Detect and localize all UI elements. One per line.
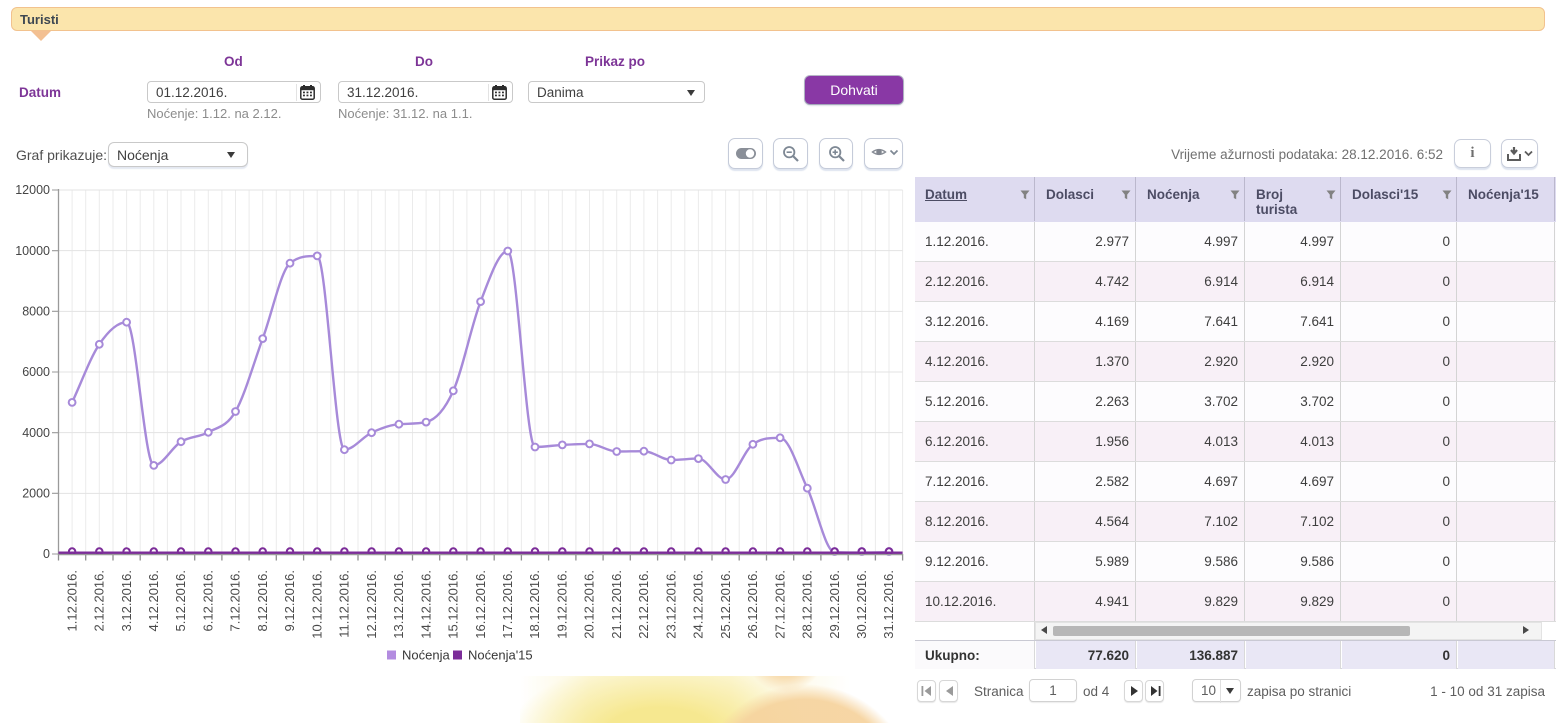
svg-text:16.12.2016.: 16.12.2016. (473, 570, 488, 639)
svg-text:6000: 6000 (22, 365, 50, 379)
svg-text:21.12.2016.: 21.12.2016. (609, 570, 624, 639)
svg-text:12.12.2016.: 12.12.2016. (364, 570, 379, 639)
svg-text:1.12.2016.: 1.12.2016. (64, 570, 79, 631)
svg-text:25.12.2016.: 25.12.2016. (718, 570, 733, 639)
svg-text:22.12.2016.: 22.12.2016. (636, 570, 651, 639)
svg-text:2.12.2016.: 2.12.2016. (92, 570, 107, 631)
svg-text:31.12.2016.: 31.12.2016. (881, 570, 896, 639)
svg-text:17.12.2016.: 17.12.2016. (500, 570, 515, 639)
svg-text:7.12.2016.: 7.12.2016. (228, 570, 243, 631)
svg-text:12000: 12000 (15, 183, 50, 197)
svg-text:20.12.2016.: 20.12.2016. (582, 570, 597, 639)
svg-text:8000: 8000 (22, 305, 50, 319)
svg-text:15.12.2016.: 15.12.2016. (446, 570, 461, 639)
svg-text:14.12.2016.: 14.12.2016. (418, 570, 433, 639)
svg-text:10000: 10000 (15, 244, 50, 258)
svg-text:9.12.2016.: 9.12.2016. (282, 570, 297, 631)
svg-text:27.12.2016.: 27.12.2016. (772, 570, 787, 639)
svg-text:23.12.2016.: 23.12.2016. (663, 570, 678, 639)
svg-text:26.12.2016.: 26.12.2016. (745, 570, 760, 639)
svg-text:11.12.2016.: 11.12.2016. (337, 570, 352, 638)
svg-text:13.12.2016.: 13.12.2016. (391, 570, 406, 639)
svg-text:Noćenja: Noćenja (402, 648, 450, 663)
svg-text:10.12.2016.: 10.12.2016. (309, 570, 324, 639)
svg-text:6.12.2016.: 6.12.2016. (201, 570, 216, 631)
svg-text:29.12.2016.: 29.12.2016. (827, 570, 842, 639)
svg-text:Noćenja'15: Noćenja'15 (468, 648, 533, 663)
svg-text:2000: 2000 (22, 487, 50, 501)
svg-text:4.12.2016.: 4.12.2016. (146, 570, 161, 631)
svg-text:18.12.2016.: 18.12.2016. (527, 570, 542, 639)
svg-text:5.12.2016.: 5.12.2016. (173, 570, 188, 631)
svg-text:24.12.2016.: 24.12.2016. (691, 570, 706, 639)
svg-text:30.12.2016.: 30.12.2016. (854, 570, 869, 639)
svg-text:8.12.2016.: 8.12.2016. (255, 570, 270, 631)
svg-text:0: 0 (43, 547, 50, 561)
svg-text:28.12.2016.: 28.12.2016. (800, 570, 815, 639)
svg-text:4000: 4000 (22, 426, 50, 440)
svg-text:19.12.2016.: 19.12.2016. (555, 570, 570, 639)
svg-text:3.12.2016.: 3.12.2016. (119, 570, 134, 631)
